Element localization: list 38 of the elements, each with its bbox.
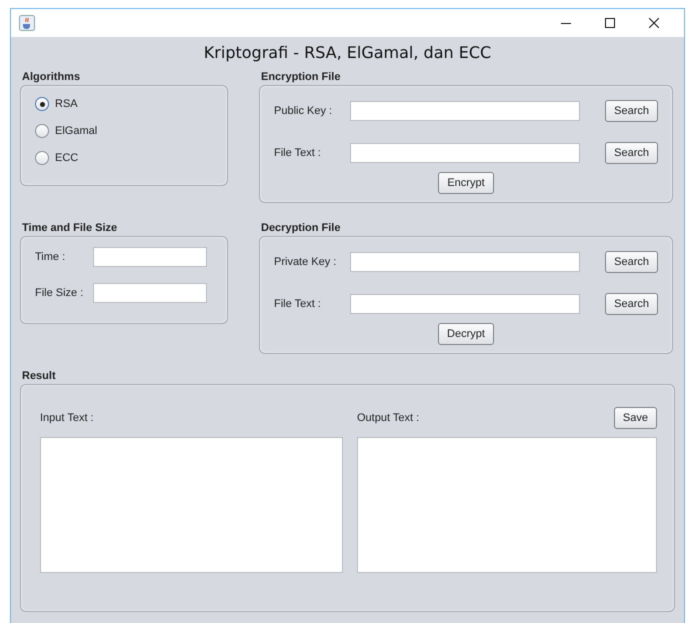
action-button[interactable]: Decrypt <box>438 323 494 345</box>
save-button[interactable]: Save <box>614 407 657 429</box>
search-button[interactable]: Search <box>605 293 658 315</box>
coffee-cup-icon <box>19 15 35 31</box>
radio-button[interactable] <box>35 124 49 138</box>
radio-button[interactable] <box>35 97 49 111</box>
app-heading: Kriptografi - RSA, ElGamal, dan ECC <box>202 43 492 62</box>
input-field[interactable] <box>350 101 580 121</box>
field-label: File Size : <box>35 287 84 299</box>
search-button[interactable]: Search <box>605 142 658 164</box>
section-label: Decryption File <box>260 222 342 234</box>
radio-label: ElGamal <box>55 125 98 137</box>
radio-button[interactable] <box>35 151 49 165</box>
input-field[interactable] <box>93 283 207 303</box>
section-label: Time and File Size <box>21 222 118 234</box>
input-field[interactable] <box>350 143 580 163</box>
action-button[interactable]: Encrypt <box>438 172 494 194</box>
search-button[interactable]: Search <box>605 251 658 273</box>
input-field[interactable] <box>93 247 207 267</box>
field-label: Public Key : <box>274 105 334 117</box>
area-label: Output Text : <box>357 412 420 424</box>
radio-label: RSA <box>55 98 78 110</box>
section-label: Encryption File <box>260 71 342 83</box>
section-label: Algorithms <box>21 71 82 83</box>
input-field[interactable] <box>350 294 580 314</box>
area-label: Input Text : <box>40 412 94 424</box>
input-field[interactable] <box>350 252 580 272</box>
field-label: Time : <box>35 251 66 263</box>
field-label: Private Key : <box>274 256 338 268</box>
maximize-icon <box>605 18 615 28</box>
field-label: File Text : <box>274 147 322 159</box>
close-icon <box>649 18 659 28</box>
field-label: File Text : <box>274 298 322 310</box>
radio-label: ECC <box>55 152 78 164</box>
section-label: Result <box>21 370 57 382</box>
output-text-area[interactable] <box>357 437 657 573</box>
input-text-area[interactable] <box>40 437 343 573</box>
search-button[interactable]: Search <box>605 100 658 122</box>
